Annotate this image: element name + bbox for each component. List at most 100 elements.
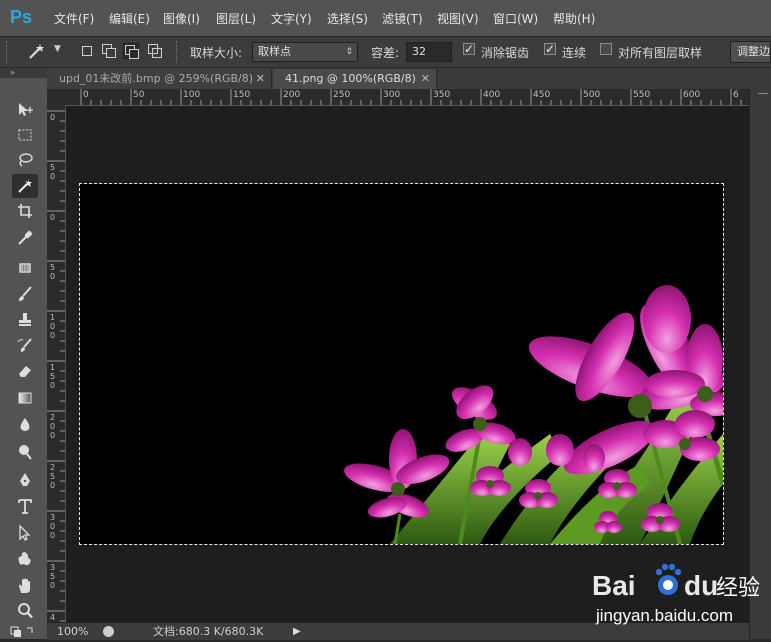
healing-brush-tool-icon[interactable]: [12, 256, 38, 280]
blur-tool-icon[interactable]: [12, 413, 38, 437]
menu-help[interactable]: 帮助(H): [553, 10, 595, 27]
antialias-label: 消除锯齿: [481, 46, 530, 60]
baidu-jingyan-watermark: Bai du 经验 jingyan.baidu.com: [592, 551, 770, 635]
ruler-label-digit: 4: [50, 613, 56, 622]
svg-text:jingyan.baidu.com: jingyan.baidu.com: [595, 606, 733, 625]
ruler-label: 150: [233, 90, 251, 100]
status-menu-arrow-icon[interactable]: ▶: [293, 623, 301, 640]
close-tab-icon[interactable]: ✕: [256, 69, 265, 89]
ruler-label-digit: 0: [50, 381, 56, 390]
menu-image[interactable]: 图像(I): [163, 10, 200, 27]
ruler-label: 150: [50, 363, 55, 390]
marquee-tool-icon[interactable]: [12, 123, 38, 147]
menu-filter[interactable]: 滤镜(T): [382, 10, 423, 27]
sample-size-select[interactable]: 取样点 ⇕: [252, 42, 358, 62]
ruler-label: 0: [50, 213, 55, 222]
contiguous-checkbox[interactable]: ✓: [544, 43, 556, 55]
move-tool-icon[interactable]: [12, 98, 38, 122]
path-selection-tool-icon[interactable]: [12, 521, 38, 545]
intersect-selection-icon[interactable]: [148, 44, 162, 58]
preset-dropdown-icon[interactable]: ▼: [54, 44, 61, 54]
new-selection-icon[interactable]: [80, 44, 94, 58]
menu-view[interactable]: 视图(V): [437, 10, 479, 27]
options-grip[interactable]: [6, 41, 9, 63]
options-bar: ▼ 取样大小: 取样点 ⇕ 容差: 32 ✓ 消除锯齿 ✓ 连续 对所有图层取样…: [0, 37, 771, 68]
document-size: 文档:680.3 K/680.3K: [153, 625, 264, 638]
ruler-label-digit: 5: [50, 572, 56, 581]
magic-wand-preset-icon[interactable]: [25, 41, 57, 63]
ruler-label: 500: [583, 90, 601, 100]
ruler-label: 50: [50, 163, 55, 181]
toolbox: »: [0, 68, 48, 639]
ruler-label-digit: 0: [50, 481, 56, 490]
gradient-tool-icon[interactable]: [12, 386, 38, 410]
sample-all-layers-checkbox[interactable]: [600, 43, 612, 55]
menu-edit[interactable]: 编辑(E): [109, 10, 150, 27]
ruler-origin[interactable]: [47, 89, 65, 105]
ruler-label-digit: 5: [50, 372, 56, 381]
zoom-level[interactable]: 100%: [57, 623, 88, 640]
ruler-label-digit: 3: [50, 563, 56, 572]
selection-marquee: [79, 183, 724, 545]
panel-collapse-icon[interactable]: [758, 93, 768, 104]
vertical-ruler[interactable]: 050050100150200250300350400: [47, 105, 66, 622]
swap-colors-icon[interactable]: [10, 625, 36, 639]
dodge-tool-icon[interactable]: [12, 440, 38, 464]
brush-tool-icon[interactable]: [12, 282, 38, 306]
ruler-label-digit: 0: [50, 322, 56, 331]
crop-tool-icon[interactable]: [12, 199, 38, 223]
ruler-label: 6: [733, 90, 739, 100]
pen-tool-icon[interactable]: [12, 468, 38, 492]
zoom-tool-icon[interactable]: [12, 599, 38, 623]
add-selection-icon[interactable]: [102, 44, 116, 58]
menu-layer[interactable]: 图层(L): [216, 10, 256, 27]
select-arrows-icon: ⇕: [345, 47, 353, 57]
ruler-label-digit: 0: [50, 172, 56, 181]
antialias-checkbox[interactable]: ✓: [463, 43, 475, 55]
svg-text:du: du: [684, 570, 718, 601]
menu-type[interactable]: 文字(Y): [271, 10, 312, 27]
ruler-label-digit: 5: [50, 263, 56, 272]
toolbox-collapse-icon[interactable]: »: [0, 68, 47, 78]
svg-text:经验: 经验: [716, 576, 760, 601]
status-info-icon[interactable]: [103, 626, 114, 637]
ruler-label-digit: 0: [50, 422, 56, 431]
menu-file[interactable]: 文件(F): [54, 10, 94, 27]
ruler-label: 350: [50, 563, 55, 590]
eyedropper-tool-icon[interactable]: [12, 226, 38, 250]
ruler-label-digit: 0: [50, 272, 56, 281]
refine-edge-button[interactable]: 调整边缘...: [730, 41, 771, 63]
lasso-tool-icon[interactable]: [12, 148, 38, 172]
ruler-label: 0: [50, 113, 55, 122]
hand-tool-icon[interactable]: [12, 574, 38, 598]
ruler-label-digit: 5: [50, 163, 56, 172]
ruler-label-digit: 0: [50, 431, 56, 440]
contiguous-label: 连续: [562, 46, 587, 60]
tab-upd01[interactable]: upd_01未改前.bmp @ 259%(RGB/8) ✕: [47, 69, 272, 89]
magic-wand-tool-icon[interactable]: [12, 174, 38, 198]
tolerance-input[interactable]: 32: [406, 42, 452, 62]
ruler-label: 300: [50, 513, 55, 540]
history-brush-tool-icon[interactable]: [12, 334, 38, 358]
eraser-tool-icon[interactable]: [12, 359, 38, 383]
ruler-label: 0: [83, 90, 89, 100]
ruler-label-digit: 0: [50, 331, 56, 340]
ruler-label: 200: [50, 413, 55, 440]
ruler-label: 250: [333, 90, 351, 100]
menu-window[interactable]: 窗口(W): [493, 10, 538, 27]
subtract-selection-icon[interactable]: [123, 43, 139, 59]
close-tab-icon[interactable]: ✕: [421, 69, 430, 89]
menu-bar: Ps 文件(F) 编辑(E) 图像(I) 图层(L) 文字(Y) 选择(S) 滤…: [0, 0, 771, 37]
ruler-label: 100: [50, 313, 55, 340]
ruler-label-digit: 0: [50, 581, 56, 590]
ruler-label: 50: [133, 90, 145, 100]
shape-tool-icon[interactable]: [12, 547, 38, 571]
tab-41png[interactable]: 41.png @ 100%(RGB/8) ✕: [273, 69, 437, 89]
sample-size-label: 取样大小:: [190, 46, 243, 60]
horizontal-ruler[interactable]: 0 50 100 150 200 250 300 350 400 450 500…: [65, 89, 749, 106]
ruler-label-digit: 0: [50, 213, 56, 222]
clone-stamp-tool-icon[interactable]: [12, 308, 38, 332]
type-tool-icon[interactable]: [12, 494, 38, 518]
ruler-label: 300: [383, 90, 401, 100]
menu-select[interactable]: 选择(S): [327, 10, 368, 27]
